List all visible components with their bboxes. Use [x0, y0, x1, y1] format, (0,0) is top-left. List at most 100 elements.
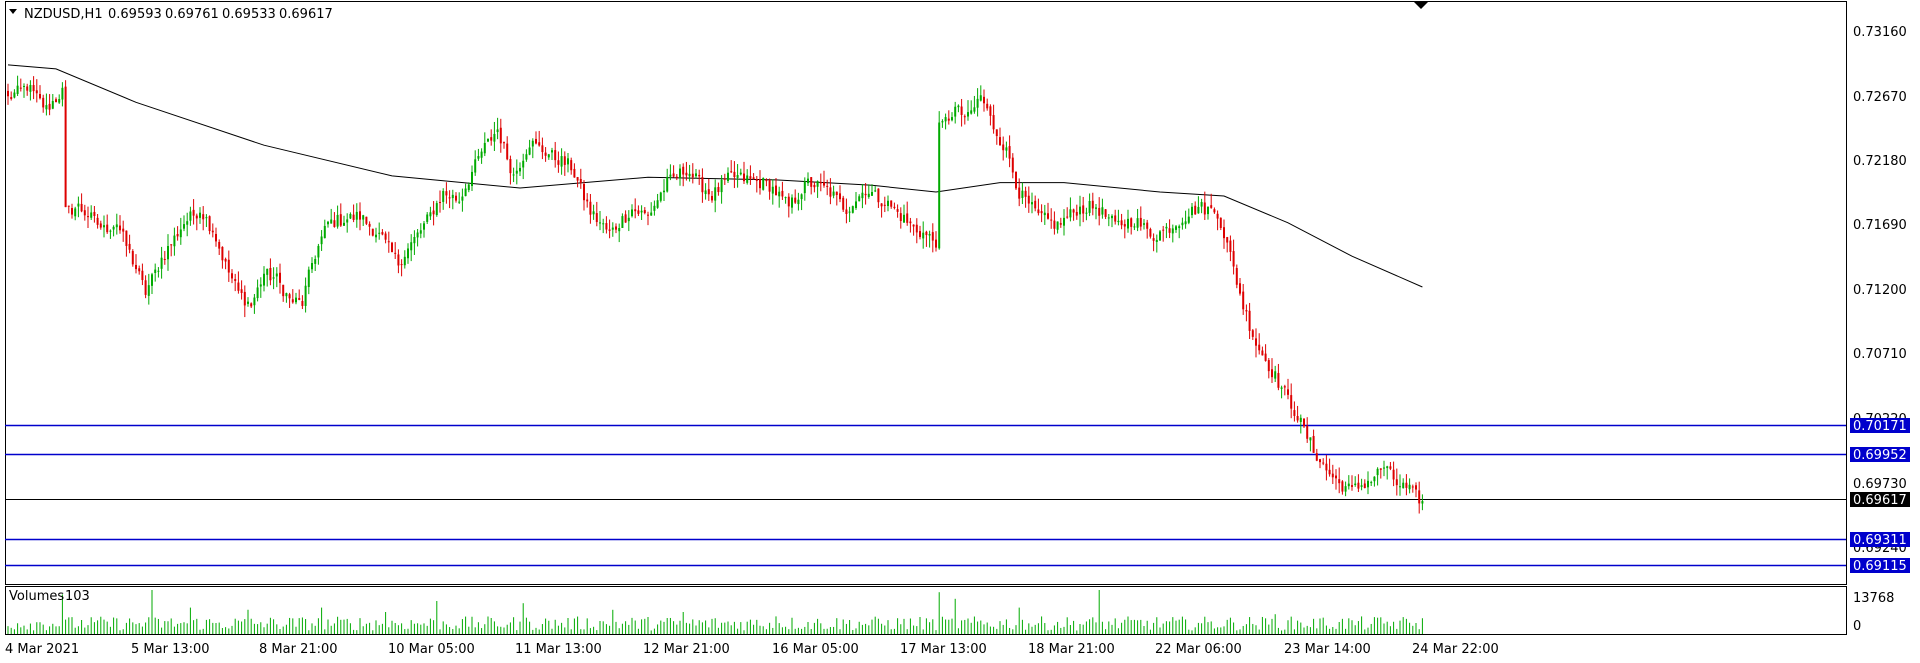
candle-body	[74, 208, 77, 217]
candle	[103, 215, 105, 238]
candle	[314, 255, 317, 272]
candle-body	[1216, 213, 1219, 219]
candle	[106, 214, 109, 234]
candle	[455, 192, 457, 203]
candle	[867, 184, 870, 199]
candle-body	[1104, 209, 1107, 217]
candle	[435, 200, 438, 217]
candle-body	[592, 211, 595, 215]
candle	[35, 79, 38, 103]
candle-body	[762, 178, 765, 190]
candle-body	[1331, 473, 1334, 478]
candle	[1021, 182, 1024, 205]
candle	[352, 204, 355, 223]
candle-body	[1379, 468, 1382, 470]
main-panel-frame	[5, 1, 1847, 585]
candle	[1085, 207, 1088, 221]
candle-body	[794, 197, 797, 203]
candle-body	[439, 201, 441, 203]
candle-body	[1143, 223, 1145, 225]
candle	[1005, 141, 1008, 158]
candle	[80, 193, 83, 213]
candle	[1235, 264, 1238, 289]
candle-body	[608, 229, 611, 231]
candle-body	[845, 209, 848, 215]
candle-body	[112, 226, 115, 230]
candle-body	[16, 85, 19, 94]
candle-body	[595, 213, 598, 223]
chart-canvas[interactable]: NZDUSD,H1 0.69593 0.69761 0.69533 0.6961…	[0, 0, 1920, 663]
candle	[291, 289, 294, 304]
candle-body	[45, 105, 48, 110]
candle	[1219, 217, 1222, 231]
candle-body	[1363, 483, 1366, 488]
candle-body	[176, 234, 179, 237]
candle	[698, 169, 701, 185]
shift-marker-icon[interactable]	[1414, 2, 1428, 9]
candle	[71, 203, 73, 219]
candle-body	[826, 185, 829, 187]
candle	[397, 249, 400, 274]
candle-body	[362, 215, 365, 220]
candle	[490, 129, 493, 146]
candle-body	[1328, 469, 1331, 475]
candle	[1162, 225, 1165, 242]
candle-body	[336, 214, 339, 227]
candle	[992, 104, 995, 134]
candle	[570, 157, 573, 175]
candle	[727, 167, 729, 183]
candle-body	[1395, 479, 1398, 486]
candle-body	[973, 107, 976, 112]
candle-body	[1095, 207, 1097, 209]
candle-body	[637, 210, 640, 214]
candle-body	[279, 272, 281, 283]
candle-body	[199, 212, 201, 218]
candle	[1274, 365, 1277, 383]
candle	[973, 95, 976, 114]
time-tick: 17 Mar 13:00	[900, 642, 987, 657]
candle	[749, 165, 752, 185]
candle-body	[823, 182, 825, 186]
candle	[154, 263, 157, 282]
candle	[243, 285, 246, 318]
candle	[823, 170, 825, 188]
candle-body	[368, 223, 371, 227]
candle-body	[976, 98, 979, 108]
candle	[563, 151, 566, 176]
candle-body	[835, 191, 838, 196]
candle	[10, 91, 13, 101]
candle	[218, 239, 221, 255]
candle-body	[291, 299, 294, 303]
candle	[471, 165, 473, 191]
candle	[371, 228, 374, 237]
candle	[77, 196, 80, 218]
candle	[1408, 478, 1411, 494]
candle	[989, 104, 992, 126]
candle-body	[778, 191, 781, 197]
candle	[845, 198, 848, 224]
candle-body	[951, 117, 953, 121]
candle-body	[1226, 237, 1229, 243]
candle	[378, 222, 381, 240]
candle	[1024, 186, 1027, 208]
candle	[672, 165, 675, 178]
candle	[1395, 468, 1398, 496]
candle	[467, 182, 470, 193]
candle	[656, 193, 659, 209]
candle	[1168, 219, 1171, 239]
candle-body	[1159, 231, 1161, 241]
candle-body	[1037, 209, 1040, 214]
candle	[842, 195, 845, 212]
candle-body	[141, 270, 144, 281]
candle-body	[1139, 217, 1142, 227]
candle	[1143, 219, 1145, 230]
collapse-triangle-icon[interactable]	[9, 9, 17, 14]
time-tick: 12 Mar 21:00	[643, 642, 730, 657]
candle	[935, 231, 937, 252]
candle	[839, 185, 841, 203]
candle-body	[1389, 466, 1392, 469]
candle-body	[269, 267, 272, 281]
candle	[279, 263, 281, 294]
candle	[983, 89, 985, 112]
candle	[634, 198, 637, 219]
